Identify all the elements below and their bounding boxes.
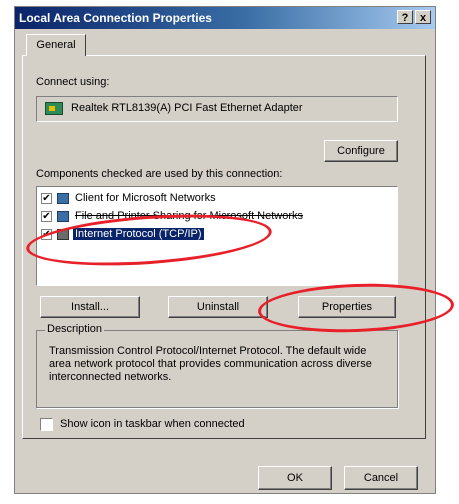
uninstall-button[interactable]: Uninstall (168, 296, 268, 318)
checkbox-tcpip[interactable]: ✔ (41, 229, 52, 240)
ok-button[interactable]: OK (258, 466, 332, 490)
window-title: Local Area Connection Properties (19, 11, 212, 25)
properties-button[interactable]: Properties (298, 296, 396, 318)
title-bar[interactable]: Local Area Connection Properties ? x (15, 7, 435, 29)
item-label: File and Printer Sharing for Microsoft N… (75, 210, 304, 222)
description-label: Description (45, 323, 105, 335)
item-label: Internet Protocol (TCP/IP) (73, 228, 204, 240)
adapter-field: Realtek RTL8139(A) PCI Fast Ethernet Ada… (36, 96, 398, 122)
tab-general[interactable]: General (26, 34, 86, 56)
help-button[interactable]: ? (397, 10, 413, 24)
configure-button[interactable]: Configure (324, 140, 398, 162)
client-network-icon (57, 193, 69, 204)
adapter-name: Realtek RTL8139(A) PCI Fast Ethernet Ada… (71, 102, 303, 114)
close-button[interactable]: x (415, 10, 431, 24)
file-printer-sharing-icon (57, 211, 69, 222)
description-group: Description Transmission Control Protoco… (36, 323, 398, 408)
description-text: Transmission Control Protocol/Internet P… (49, 345, 372, 383)
network-adapter-icon (45, 102, 63, 115)
show-icon-label: Show icon in taskbar when connected (60, 418, 245, 430)
cancel-button[interactable]: Cancel (344, 466, 418, 490)
checkbox-client[interactable]: ✔ (41, 193, 52, 204)
show-icon-checkbox[interactable] (40, 418, 53, 431)
item-label: Client for Microsoft Networks (75, 192, 216, 204)
checkbox-file-sharing[interactable]: ✔ (41, 211, 52, 222)
install-button[interactable]: Install... (40, 296, 140, 318)
components-list[interactable]: ✔ Client for Microsoft Networks ✔ File a… (36, 186, 398, 286)
components-label: Components checked are used by this conn… (36, 168, 283, 180)
protocol-icon (57, 229, 69, 240)
connect-using-label: Connect using: (36, 76, 110, 88)
